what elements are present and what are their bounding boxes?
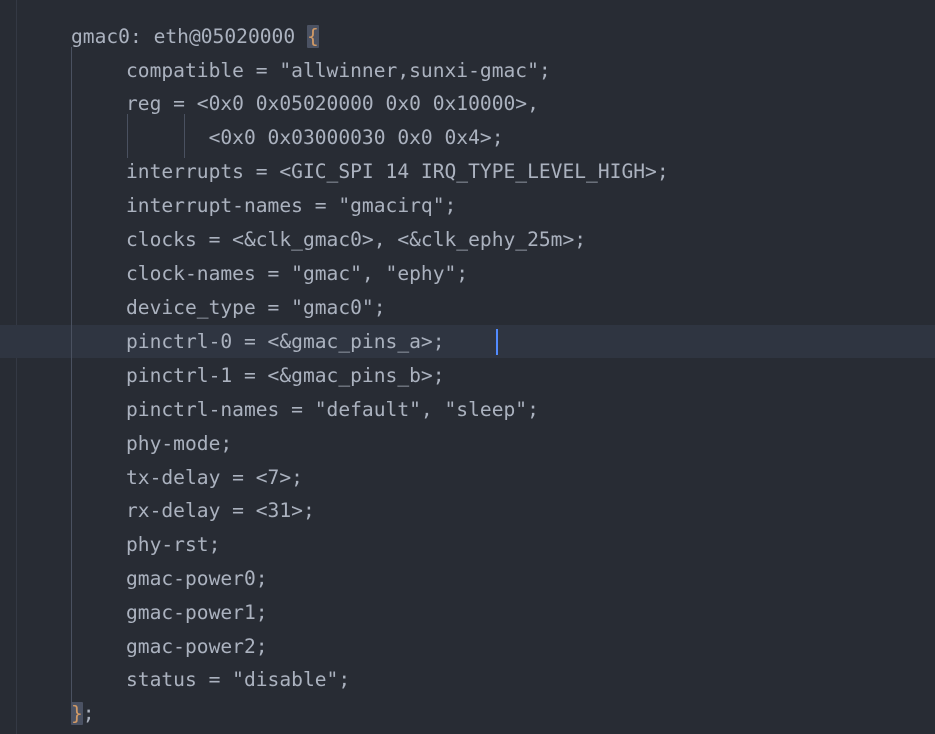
code-line[interactable]: pinctrl-0 = <&gmac_pins_a>; bbox=[0, 325, 935, 358]
code-text: gmac-power0; bbox=[126, 567, 268, 590]
code-line[interactable]: compatible = "allwinner,sunxi-gmac"; bbox=[0, 54, 935, 87]
code-line[interactable]: device_type = "gmac0"; bbox=[0, 291, 935, 324]
code-text: pinctrl-names = "default", "sleep"; bbox=[126, 398, 539, 421]
code-text: tx-delay = <7>; bbox=[126, 466, 303, 489]
code-line[interactable]: pinctrl-names = "default", "sleep"; bbox=[0, 393, 935, 426]
code-surface[interactable]: gmac0: eth@05020000 { compatible = "allwi… bbox=[0, 0, 935, 734]
code-text: interrupt-names = "gmacirq"; bbox=[126, 194, 457, 217]
code-text: pinctrl-0 = <&gmac_pins_a>; bbox=[126, 330, 445, 353]
code-text: compatible = "allwinner,sunxi-gmac"; bbox=[126, 59, 551, 82]
code-line[interactable]: clocks = <&clk_gmac0>, <&clk_ephy_25m>; bbox=[0, 223, 935, 256]
matched-brace: } bbox=[71, 702, 83, 725]
code-text: reg = <0x0 0x05020000 0x0 0x10000>, bbox=[126, 92, 539, 115]
code-line[interactable]: clock-names = "gmac", "ephy"; bbox=[0, 257, 935, 290]
code-line[interactable]: gmac-power2; bbox=[0, 630, 935, 663]
code-text: status = "disable"; bbox=[126, 668, 351, 691]
code-text: clocks = <&clk_gmac0>, <&clk_ephy_25m>; bbox=[126, 228, 587, 251]
code-text: phy-rst; bbox=[126, 533, 221, 556]
code-text: interrupts = <GIC_SPI 14 IRQ_TYPE_LEVEL_… bbox=[126, 160, 669, 183]
code-line[interactable]: status = "disable"; bbox=[0, 663, 935, 696]
code-text: pinctrl-1 = <&gmac_pins_b>; bbox=[126, 364, 445, 387]
statement-terminator: ; bbox=[82, 702, 95, 725]
code-line[interactable]: tx-delay = <7>; bbox=[0, 461, 935, 494]
code-text: <0x0 0x03000030 0x0 0x4>; bbox=[126, 126, 504, 149]
code-line[interactable]: phy-rst; bbox=[0, 528, 935, 561]
code-line[interactable]: phy-mode; bbox=[0, 427, 935, 460]
matched-brace: { bbox=[306, 25, 319, 48]
code-text: phy-mode; bbox=[126, 432, 233, 455]
code-text: gmac0: eth@05020000 bbox=[71, 25, 307, 48]
code-line[interactable]: gmac-power1; bbox=[0, 596, 935, 629]
code-text: gmac-power2; bbox=[126, 635, 268, 658]
code-line[interactable]: interrupts = <GIC_SPI 14 IRQ_TYPE_LEVEL_… bbox=[0, 155, 935, 188]
code-line[interactable]: rx-delay = <31>; bbox=[0, 494, 935, 527]
code-text: gmac-power1; bbox=[126, 601, 268, 624]
code-text: rx-delay = <31>; bbox=[126, 499, 315, 522]
code-line[interactable]: pinctrl-1 = <&gmac_pins_b>; bbox=[0, 359, 935, 392]
code-line[interactable]: <0x0 0x03000030 0x0 0x4>; bbox=[0, 121, 935, 154]
code-line[interactable]: interrupt-names = "gmacirq"; bbox=[0, 189, 935, 222]
code-line[interactable]: reg = <0x0 0x05020000 0x0 0x10000>, bbox=[0, 87, 935, 120]
code-text: clock-names = "gmac", "ephy"; bbox=[126, 262, 469, 285]
code-editor[interactable]: gmac0: eth@05020000 { compatible = "allwi… bbox=[0, 0, 935, 734]
code-text: device_type = "gmac0"; bbox=[126, 296, 386, 319]
code-line[interactable]: gmac-power0; bbox=[0, 562, 935, 595]
code-line[interactable]: }; bbox=[0, 697, 935, 730]
code-line[interactable]: gmac0: eth@05020000 { bbox=[0, 20, 935, 53]
